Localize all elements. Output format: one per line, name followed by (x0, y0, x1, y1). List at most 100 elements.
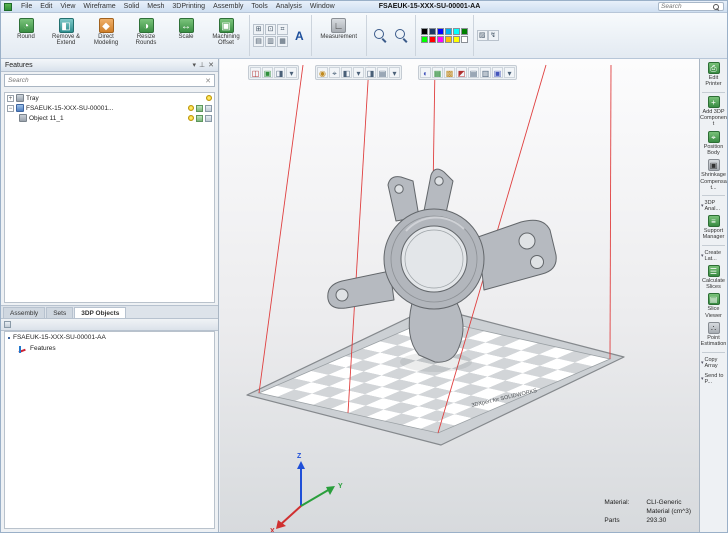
tab-3dp-objects[interactable]: 3DP Objects (74, 307, 126, 318)
color-swatch[interactable] (453, 28, 460, 35)
object-features-item[interactable]: Features (5, 343, 214, 354)
features-search-box[interactable]: ✕ (4, 74, 215, 87)
expand-icon[interactable]: + (7, 95, 14, 102)
grid-icon[interactable]: ⌗ (277, 24, 288, 35)
sidebar-group-3dp-analysis[interactable]: 3DP Anal... (700, 198, 727, 214)
scale-button[interactable]: ↔ Scale (166, 16, 206, 56)
display-mode-icon[interactable] (196, 105, 203, 112)
visibility-bulb-icon[interactable] (206, 95, 212, 101)
sidebar-item-position-body[interactable]: ⌖ Position Body (700, 130, 727, 159)
tree-item-object[interactable]: Object 11_1 (5, 113, 214, 123)
menu-wireframe[interactable]: Wireframe (79, 3, 119, 10)
resize-rounds-button[interactable]: ◑ Resize Rounds (126, 16, 166, 56)
wireframe-mode-icon[interactable]: ◨ (365, 67, 376, 78)
tab-sets[interactable]: Sets (46, 307, 73, 318)
filter-icon[interactable] (4, 321, 11, 328)
measurement-button[interactable]: ∟ Measurement (315, 16, 363, 56)
tab-assembly[interactable]: Assembly (3, 307, 45, 318)
sidebar-item-calculate-slices[interactable]: ☰ Calculate Slices (700, 264, 727, 293)
menu-mesh[interactable]: Mesh (143, 3, 168, 10)
app-logo-icon[interactable] (4, 3, 12, 11)
sidebar-group-copy-array[interactable]: Copy Array (700, 355, 727, 371)
viewport-3d[interactable]: 3DXpert for SOLIDWORKS (220, 59, 701, 532)
zoom-window-icon[interactable] (393, 27, 410, 44)
grid-toggle-icon[interactable]: ▦ (432, 67, 443, 78)
view-orientation-icon[interactable]: ◐ (420, 67, 431, 78)
arrow-tool-icon[interactable]: ↯ (488, 30, 499, 41)
color-swatch[interactable] (461, 28, 468, 35)
menu-tools[interactable]: Tools (247, 3, 271, 10)
panel-menu-icon[interactable]: ▾ (193, 61, 197, 69)
menu-analysis[interactable]: Analysis (272, 3, 306, 10)
sidebar-item-add-3dp-component[interactable]: + Add 3DP Component (700, 95, 727, 130)
display-mode-icon[interactable] (196, 115, 203, 122)
color-swatch[interactable] (445, 28, 452, 35)
color-swatch[interactable] (461, 36, 468, 43)
hatch-icon[interactable]: ▤ (253, 36, 264, 47)
lock-state-icon[interactable] (205, 105, 212, 112)
chevron-down-icon[interactable]: ▾ (389, 67, 400, 78)
texture-toggle-icon[interactable]: ▤ (468, 67, 479, 78)
tree-item-tray[interactable]: + Tray (5, 93, 214, 103)
global-search-input[interactable] (661, 3, 713, 10)
color-swatch[interactable] (437, 36, 444, 43)
sidebar-item-slice-viewer[interactable]: ▤ Slice Viewer (700, 292, 727, 321)
light-icon[interactable]: ◉ (317, 67, 328, 78)
close-icon[interactable]: ✕ (208, 61, 214, 69)
zoom-in-icon[interactable] (372, 27, 389, 44)
global-search-box[interactable] (658, 2, 724, 11)
section-view-icon[interactable]: ▤ (377, 67, 388, 78)
menu-view[interactable]: View (56, 3, 79, 10)
section-icon[interactable]: ▥ (265, 36, 276, 47)
remove-extend-button[interactable]: ◧ Remove & Extend (46, 16, 86, 56)
select-box-icon[interactable]: ◨ (274, 67, 285, 78)
lock-state-icon[interactable] (205, 115, 212, 122)
machining-offset-button[interactable]: ▣ Machining Offset (206, 16, 246, 56)
visibility-bulb-icon[interactable] (188, 115, 194, 121)
pin-icon[interactable]: ⊥ (199, 61, 205, 69)
text-tool-button[interactable]: A (295, 29, 304, 43)
color-swatch[interactable] (421, 36, 428, 43)
color-swatch[interactable] (453, 36, 460, 43)
shadow-toggle-icon[interactable]: ◩ (456, 67, 467, 78)
object-root-item[interactable]: FSAEUK-15-XXX-SU-00001-AA (5, 332, 214, 343)
edges-toggle-icon[interactable]: ▥ (480, 67, 491, 78)
round-button[interactable]: ◔ Round (6, 16, 46, 56)
direct-modeling-button[interactable]: ◆ Direct Modeling (86, 16, 126, 56)
menu-solid[interactable]: Solid (120, 3, 144, 10)
tree-item-part[interactable]: − FSAEUK-15-XXX-SU-00001... (5, 103, 214, 113)
menu-assembly[interactable]: Assembly (209, 3, 247, 10)
sidebar-item-point-estimation[interactable]: ∴ Point Estimation (700, 321, 727, 350)
note-icon[interactable]: ⊡ (265, 24, 276, 35)
shade-mode-icon[interactable]: ◧ (341, 67, 352, 78)
menu-file[interactable]: File (17, 3, 36, 10)
sidebar-group-create-lattice[interactable]: Create Lat... (700, 248, 727, 264)
chevron-down-icon[interactable]: ▾ (353, 67, 364, 78)
sidebar-item-edit-printer[interactable]: ⎙ Edit Printer (700, 61, 727, 90)
menu-3dprinting[interactable]: 3DPrinting (168, 3, 209, 10)
mesh-display-icon[interactable]: ▦ (277, 36, 288, 47)
color-swatch[interactable] (437, 28, 444, 35)
dimension-icon[interactable]: ⊞ (253, 24, 264, 35)
color-swatch[interactable] (445, 36, 452, 43)
menu-window[interactable]: Window (306, 3, 339, 10)
target-icon[interactable]: ⌖ (329, 67, 340, 78)
color-swatch[interactable] (429, 28, 436, 35)
pick-filter-icon[interactable]: ◫ (250, 67, 261, 78)
collapse-icon[interactable]: − (7, 105, 14, 112)
visibility-bulb-icon[interactable] (188, 105, 194, 111)
clear-search-icon[interactable]: ✕ (205, 77, 211, 85)
menu-edit[interactable]: Edit (36, 3, 56, 10)
sidebar-item-support-manager[interactable]: ≡ Support Manager (700, 214, 727, 243)
features-search-input[interactable] (8, 77, 205, 84)
camera-icon[interactable]: ▣ (492, 67, 503, 78)
color-swatch[interactable] (421, 28, 428, 35)
select-mode-icon[interactable]: ▣ (262, 67, 273, 78)
color-swatch[interactable] (429, 36, 436, 43)
render-style-icon[interactable]: ▩ (444, 67, 455, 78)
paint-icon[interactable]: ▨ (477, 30, 488, 41)
sidebar-group-send-to-print[interactable]: Send to P... (700, 371, 727, 387)
sidebar-item-shrinkage[interactable]: ▣ Shrinkage Compensat... (700, 158, 727, 193)
chevron-down-icon[interactable]: ▾ (504, 67, 515, 78)
chevron-down-icon[interactable]: ▾ (286, 67, 297, 78)
